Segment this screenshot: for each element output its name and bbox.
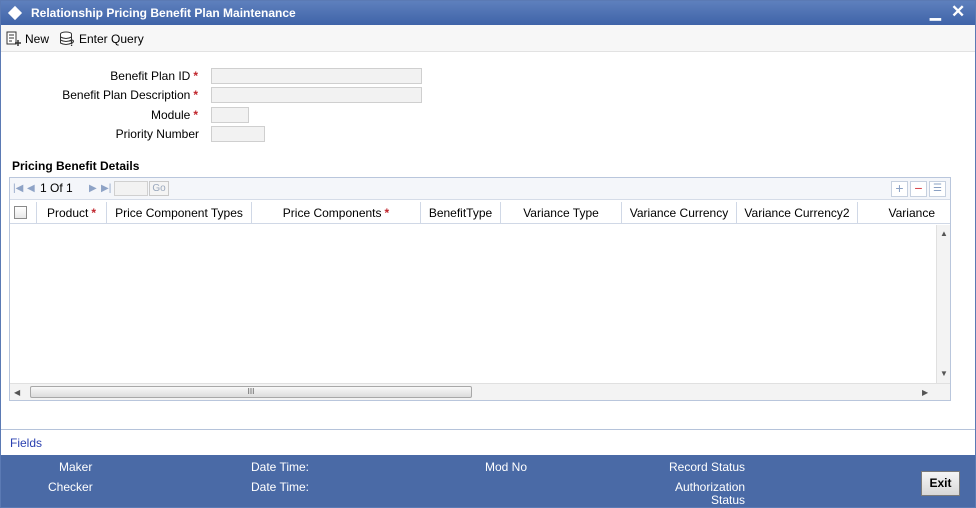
column-header-product[interactable]: Product *: [37, 202, 107, 224]
pricing-benefit-details-title: Pricing Benefit Details: [12, 159, 140, 173]
page-of: Of: [50, 181, 63, 195]
first-page-icon[interactable]: |◀: [13, 183, 23, 194]
horizontal-scrollbar[interactable]: ◀ III ▶: [10, 383, 950, 400]
column-header-price-components[interactable]: Price Components *: [252, 202, 421, 224]
page-indicator: 1 Of 1: [40, 181, 73, 195]
new-document-icon: [6, 31, 21, 46]
maker-label: Maker: [59, 460, 93, 474]
single-view-icon[interactable]: ☰: [929, 181, 946, 197]
column-header-variance-currency2[interactable]: Variance Currency2: [737, 202, 858, 224]
last-page-icon[interactable]: ▶|: [101, 183, 111, 194]
authorization-label: Authorization: [675, 480, 746, 494]
enter-query-button[interactable]: ? Enter Query: [59, 30, 144, 48]
benefit-plan-id-input[interactable]: [211, 68, 422, 84]
grid-header: Product * Price Component Types Price Com…: [10, 202, 950, 224]
minimize-icon[interactable]: ▁: [930, 4, 941, 21]
column-header-variance[interactable]: Variance: [858, 202, 950, 224]
required-marker: *: [91, 206, 97, 220]
module-input[interactable]: [211, 107, 249, 123]
module-label: Module *: [0, 108, 198, 122]
column-header-benefit-type[interactable]: BenefitType: [421, 202, 501, 224]
scroll-right-icon[interactable]: ▶: [922, 388, 928, 397]
column-header-variance-currency[interactable]: Variance Currency: [622, 202, 737, 224]
window-title: Relationship Pricing Benefit Plan Mainte…: [31, 6, 296, 20]
page-total: 1: [66, 181, 73, 195]
page-current: 1: [40, 181, 47, 195]
select-all-cell: [10, 202, 37, 224]
horizontal-scroll-thumb[interactable]: III: [30, 386, 472, 398]
new-button[interactable]: New: [6, 30, 49, 48]
record-status-label: Record Status: [669, 460, 746, 474]
column-product-label: Product: [46, 206, 89, 220]
grid-pager: |◀ ◀ 1 Of 1 ▶ ▶| Go + − ☰: [10, 178, 950, 200]
checker-label: Checker: [48, 480, 93, 494]
authorization-status-label: Status: [711, 493, 746, 507]
audit-footer: Maker Checker Date Time: Date Time: Mod …: [1, 455, 975, 507]
add-row-icon[interactable]: +: [891, 181, 908, 197]
benefit-plan-id-label-text: Benefit Plan ID: [110, 69, 191, 83]
new-label: New: [25, 32, 50, 46]
required-marker: *: [384, 206, 390, 220]
exit-button[interactable]: Exit: [921, 471, 960, 496]
required-marker: *: [193, 88, 198, 102]
enter-query-label: Enter Query: [79, 32, 144, 46]
title-bar: Relationship Pricing Benefit Plan Mainte…: [1, 1, 975, 25]
query-database-icon: ?: [60, 31, 75, 47]
benefit-plan-description-input[interactable]: [211, 87, 422, 103]
pricing-benefit-grid: |◀ ◀ 1 Of 1 ▶ ▶| Go + − ☰ Product * Price…: [9, 177, 951, 401]
delete-row-icon[interactable]: −: [910, 181, 927, 197]
close-icon[interactable]: ✕: [951, 2, 965, 22]
scroll-left-icon[interactable]: ◀: [14, 388, 20, 397]
benefit-plan-desc-label-text: Benefit Plan Description: [62, 88, 191, 102]
maintenance-window: Relationship Pricing Benefit Plan Mainte…: [0, 0, 976, 508]
priority-number-label: Priority Number: [115, 127, 199, 141]
checker-date-time-label: Date Time:: [251, 480, 310, 494]
toolbar: New ? Enter Query: [1, 25, 975, 52]
go-button[interactable]: Go: [149, 181, 169, 196]
required-marker: *: [193, 69, 198, 83]
mod-no-label: Mod No: [485, 460, 528, 474]
column-price-components-label: Price Components: [282, 206, 382, 220]
benefit-plan-desc-label: Benefit Plan Description *: [0, 88, 198, 102]
fields-link[interactable]: Fields: [10, 436, 42, 450]
column-header-variance-type[interactable]: Variance Type: [501, 202, 622, 224]
vertical-scrollbar[interactable]: ▲ ▼: [936, 225, 950, 383]
scroll-down-icon[interactable]: ▼: [940, 369, 948, 378]
next-page-icon[interactable]: ▶: [89, 183, 97, 194]
svg-text:?: ?: [69, 38, 75, 47]
fields-bar: Fields: [1, 429, 975, 455]
column-header-price-component-types[interactable]: Price Component Types: [107, 202, 252, 224]
select-all-checkbox[interactable]: [14, 206, 27, 219]
window-diamond-icon: [7, 5, 23, 21]
required-marker: *: [193, 108, 198, 122]
priority-number-input[interactable]: [211, 126, 265, 142]
previous-page-icon[interactable]: ◀: [27, 183, 35, 194]
scroll-up-icon[interactable]: ▲: [940, 229, 948, 238]
maker-date-time-label: Date Time:: [251, 460, 310, 474]
module-label-text: Module: [150, 108, 191, 122]
benefit-plan-id-label: Benefit Plan ID *: [0, 69, 198, 83]
page-number-input[interactable]: [114, 181, 148, 196]
